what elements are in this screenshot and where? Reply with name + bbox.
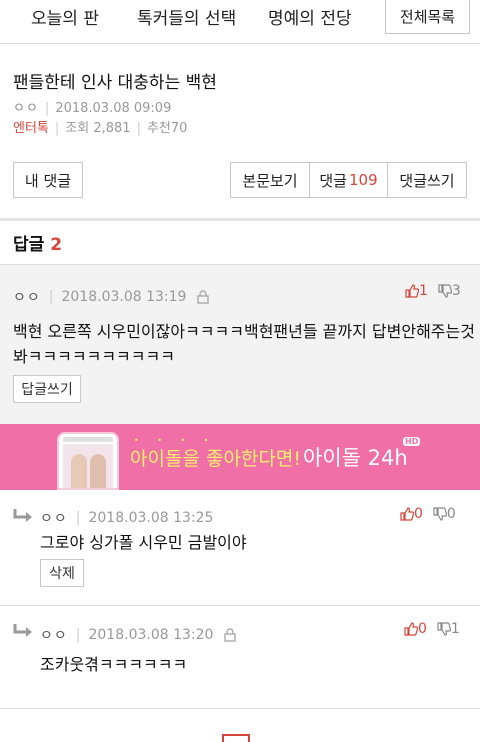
thumbs-down-icon xyxy=(437,622,451,636)
delete-button[interactable]: 삭제 xyxy=(40,559,84,587)
main-comment-text-line1: 백현 오른쪽 시우민이잖아ㅋㅋㅋㅋ백현팬년들 끝까지 답변안해주는것 xyxy=(13,322,475,341)
reply-arrow-icon xyxy=(13,624,32,637)
reply2-meta: ㅇㅇ | 2018.03.08 13:20 xyxy=(40,625,237,645)
upvote-count: 1 xyxy=(419,283,428,299)
tab-hall-of-fame[interactable]: 명예의 전당 xyxy=(268,4,352,29)
post-category[interactable]: 엔터톡 xyxy=(13,121,49,136)
comments-label: 댓글 xyxy=(319,171,347,190)
comments-count: 109 xyxy=(348,171,378,189)
post-header: 팬들한테 인사 대충하는 백현 ㅇㅇ | 2018.03.08 09:09 엔터톡 |… xyxy=(13,68,473,136)
reply1-datetime: 2018.03.08 13:25 xyxy=(88,510,214,526)
replies-label: 답글 xyxy=(13,235,45,255)
upvote-button[interactable]: 1 xyxy=(405,283,428,299)
view-post-button[interactable]: 본문보기 xyxy=(230,162,310,198)
main-comment-datetime: 2018.03.08 13:19 xyxy=(61,289,187,305)
recommend-count: 70 xyxy=(170,121,188,136)
replies-count: 2 xyxy=(50,235,63,255)
main-comment-author: ㅇㅇ xyxy=(13,290,41,306)
all-list-button[interactable]: 전체목록 xyxy=(385,0,470,34)
reply-arrow-icon xyxy=(13,509,32,522)
recommend-label: 추천 xyxy=(146,121,171,136)
reply1-votes: 0 0 xyxy=(400,506,456,522)
reply1-downvote-count: 0 xyxy=(446,506,456,522)
view-post-label: 본문보기 xyxy=(242,171,298,190)
reply2-downvote-button[interactable]: 1 xyxy=(437,621,460,637)
comments-button[interactable]: 댓글 109 xyxy=(309,162,388,198)
write-comment-label: 댓글쓰기 xyxy=(399,171,455,190)
downvote-count: 3 xyxy=(451,283,461,299)
main-comment: ㅇㅇ | 2018.03.08 13:19 1 3 백현 오른쪽 시우민이잖아ㅋㅋㅋ… xyxy=(0,264,480,424)
main-comment-text: 백현 오른쪽 시우민이잖아ㅋㅋㅋㅋ백현팬년들 끝까지 답변안해주는것 봐ㅋㅋㅋㅋ… xyxy=(13,319,475,369)
post-title: 팬들한테 인사 대충하는 백현 xyxy=(13,73,217,93)
reply-write-button[interactable]: 답글쓰기 xyxy=(13,375,81,403)
thumbs-up-icon xyxy=(400,507,414,521)
thumbs-up-icon xyxy=(404,622,418,636)
main-comment-text-line2: 봐ㅋㅋㅋㅋㅋㅋㅋㅋㅋㅋ xyxy=(13,347,175,366)
reply1-upvote-button[interactable]: 0 xyxy=(400,506,423,522)
reply-divider xyxy=(0,605,480,606)
reply2-upvote-count: 0 xyxy=(418,621,427,637)
reply2-upvote-button[interactable]: 0 xyxy=(404,621,427,637)
reply2-author: ㅇㅇ xyxy=(40,628,68,644)
section-divider xyxy=(0,218,480,221)
main-comment-meta: ㅇㅇ | 2018.03.08 13:19 xyxy=(13,287,210,307)
main-comment-votes: 1 3 xyxy=(405,283,461,299)
tab-talkers-choice[interactable]: 톡커들의 선택 xyxy=(137,4,236,29)
thumbs-up-icon xyxy=(405,284,419,298)
banner-text-yellow: 아이돌을 좋아한다면! xyxy=(130,448,301,470)
post-meta-line1: ㅇㅇ | 2018.03.08 09:09 xyxy=(13,101,172,116)
thumbs-down-icon xyxy=(433,507,447,521)
thumbs-down-icon xyxy=(438,284,452,298)
reply1-downvote-button[interactable]: 0 xyxy=(433,506,456,522)
reply2-text: 조카웃겪ㅋㅋㅋㅋㅋㅋ xyxy=(40,655,188,674)
reply1-author: ㅇㅇ xyxy=(40,511,68,527)
reply2-datetime: 2018.03.08 13:20 xyxy=(88,627,214,643)
post-datetime: 2018.03.08 09:09 xyxy=(55,101,172,116)
reply2-votes: 0 1 xyxy=(404,621,460,637)
phone-illustration xyxy=(57,432,119,490)
reply1-text: 그로야 싱가폴 시우민 금발이야 xyxy=(40,533,247,552)
bottom-divider xyxy=(0,708,480,709)
post-author: ㅇㅇ xyxy=(13,101,39,116)
views-label: 조회 xyxy=(65,121,90,136)
write-comment-button[interactable]: 댓글쓰기 xyxy=(387,162,467,198)
reply1-meta: ㅇㅇ | 2018.03.08 13:25 xyxy=(40,510,214,527)
reply2-downvote-count: 1 xyxy=(450,621,460,637)
my-comments-label: 내 댓글 xyxy=(24,171,72,190)
my-comments-button[interactable]: 내 댓글 xyxy=(13,162,83,198)
views-count: 2,881 xyxy=(93,121,131,136)
lock-icon xyxy=(224,628,237,642)
reply1-upvote-count: 0 xyxy=(414,506,423,522)
tab-today[interactable]: 오늘의 판 xyxy=(31,4,99,29)
replies-header: 답글 2 xyxy=(13,230,62,255)
post-meta-line2: 엔터톡 | 조회 2,881 | 추천70 xyxy=(13,121,188,136)
top-nav: 오늘의 판 톡커들의 선택 명예의 전당 전체목록 xyxy=(0,0,480,44)
more-button[interactable] xyxy=(222,734,250,742)
downvote-button[interactable]: 3 xyxy=(438,283,461,299)
hd-badge: HD xyxy=(403,437,421,446)
lock-icon xyxy=(197,290,210,304)
ad-banner[interactable]: • • • • 아이돌을 좋아한다면! 아이돌 24h HD xyxy=(0,424,480,490)
banner-text-white: 아이돌 24h xyxy=(303,446,408,470)
